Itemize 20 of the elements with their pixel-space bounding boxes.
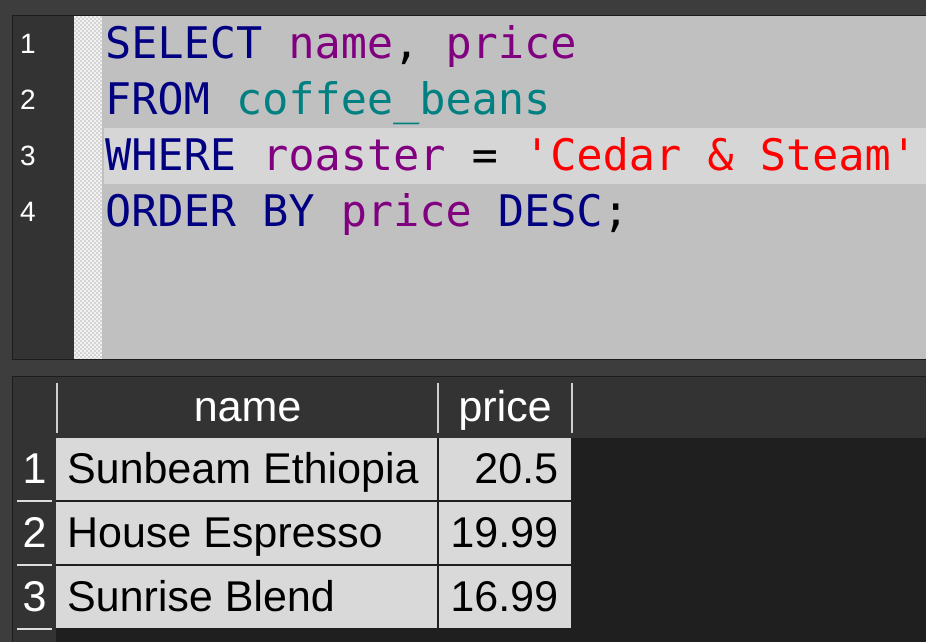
row-number: 1: [22, 448, 46, 490]
sql-editor[interactable]: 1 2 3 4 SELECT name, price FROM coffee_beans WHERE roaster = 'Cedar & Steam' ORDER BY price DESC;: [12, 15, 926, 360]
table-cell: 19.99: [439, 502, 571, 564]
code-line: FROM coffee_beans: [105, 74, 550, 126]
code-line: WHERE roaster = 'Cedar & Steam': [105, 130, 917, 182]
table-cell: 16.99: [439, 566, 571, 628]
table-cell: Sunbeam Ethiopia: [56, 438, 437, 500]
row-number: 2: [22, 512, 46, 554]
table-cell: Sunrise Blend: [56, 566, 437, 628]
table-cell: House Espresso: [56, 502, 437, 564]
table-cell: 20.5: [439, 438, 571, 500]
code-line: SELECT name, price: [105, 18, 576, 70]
column-header[interactable]: name: [58, 377, 437, 438]
row-number: 3: [22, 576, 46, 618]
code-line: ORDER BY price DESC;: [105, 186, 629, 238]
line-number: 4: [20, 198, 36, 226]
line-number: 1: [20, 30, 36, 58]
column-header[interactable]: price: [439, 377, 571, 438]
line-number: 2: [20, 86, 36, 114]
line-number: 3: [20, 142, 36, 170]
